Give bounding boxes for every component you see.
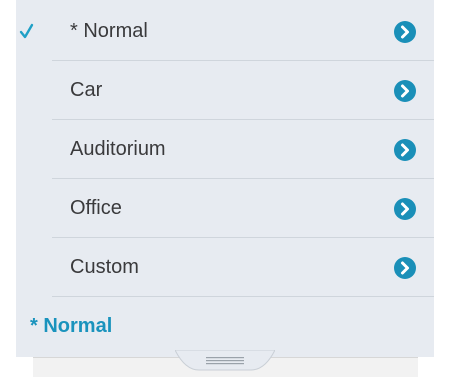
preset-option-car[interactable]: Car — [16, 61, 434, 120]
chevron-right-circle-icon[interactable] — [394, 80, 416, 102]
chevron-right-circle-icon[interactable] — [394, 21, 416, 43]
drag-handle-icon[interactable] — [174, 349, 276, 372]
chevron-right-circle-icon[interactable] — [394, 139, 416, 161]
checkmark-icon — [18, 22, 36, 42]
preset-option-label: * Normal — [70, 20, 148, 42]
preset-option-office[interactable]: Office — [16, 179, 434, 238]
preset-option-custom[interactable]: Custom — [16, 238, 434, 297]
chevron-right-circle-icon[interactable] — [394, 257, 416, 279]
chevron-right-circle-icon[interactable] — [394, 198, 416, 220]
preset-option-label: Custom — [70, 256, 139, 278]
preset-option-label: Car — [70, 79, 103, 101]
preset-list-panel: * Normal Car Auditorium Office Custom * — [16, 0, 434, 357]
preset-option-normal[interactable]: * Normal — [16, 2, 434, 61]
preset-option-label: Auditorium — [70, 138, 166, 160]
current-preset-label: * Normal — [30, 315, 113, 337]
preset-option-label: Office — [70, 197, 122, 219]
row-divider — [52, 296, 434, 297]
preset-option-auditorium[interactable]: Auditorium — [16, 120, 434, 179]
